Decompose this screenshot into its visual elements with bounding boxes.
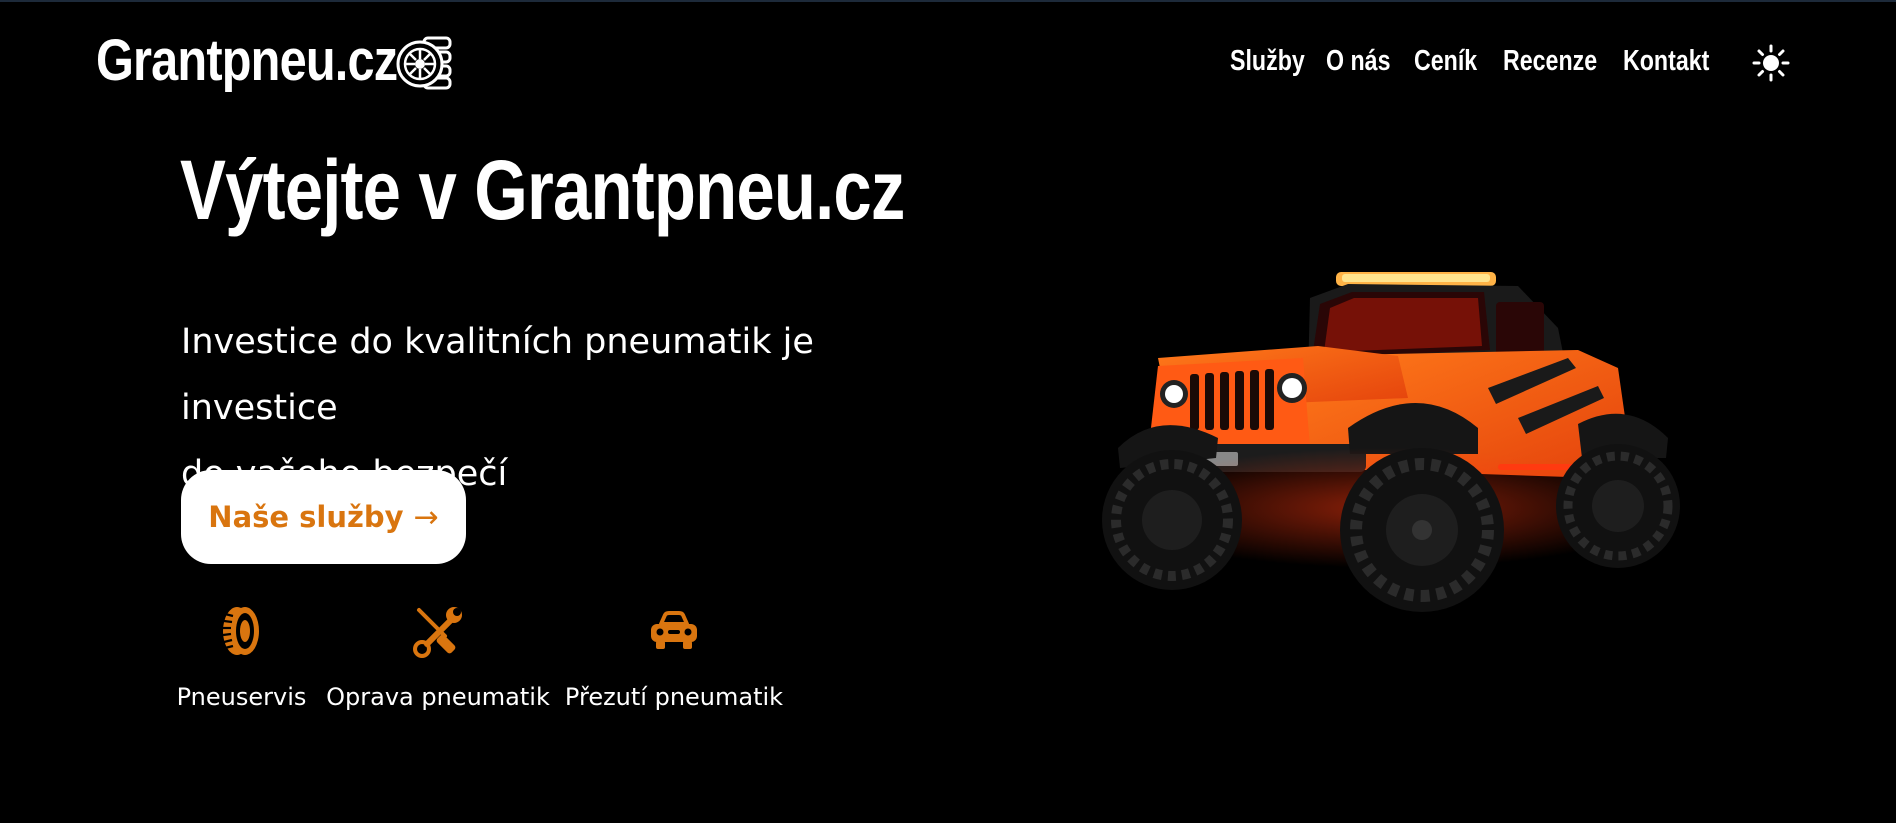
car-icon [651, 611, 697, 649]
arrow-right-icon: → [413, 499, 439, 535]
orange-jeep-image [1102, 272, 1680, 612]
main-nav: Služby O nás Ceník Recenze Kontakt [1230, 40, 1713, 82]
logo-text: Grantpneu.cz [96, 28, 398, 93]
nav-recenze[interactable]: Recenze [1503, 40, 1597, 82]
nav-cenik[interactable]: Ceník [1414, 40, 1477, 82]
tire-icon [222, 607, 259, 655]
feature-prezuti[interactable]: Přezutí pneumatik [565, 604, 783, 711]
hero-title: Výtejte v Grantpneu.cz [180, 143, 905, 237]
wheel-front-right [1340, 448, 1504, 612]
nav-sluzby[interactable]: Služby [1230, 40, 1305, 82]
top-border [0, 0, 1896, 2]
theme-toggle-button[interactable] [1752, 44, 1790, 82]
feature-pneuservis[interactable]: Pneuservis [177, 604, 306, 711]
site-logo[interactable]: Grantpneu.cz [96, 26, 454, 96]
hero-subtitle-line1: Investice do kvalitních pneumatik je inv… [181, 322, 814, 428]
feature-oprava[interactable]: Oprava pneumatik [326, 604, 550, 711]
sun-icon [1752, 44, 1790, 82]
feature-label: Oprava pneumatik [326, 683, 550, 711]
wrench-screwdriver-icon [413, 607, 462, 658]
nav-o-nas[interactable]: O nás [1326, 40, 1390, 82]
feature-label: Přezutí pneumatik [564, 683, 784, 711]
services-button-label: Naše služby [208, 500, 404, 534]
nav-kontakt[interactable]: Kontakt [1623, 40, 1709, 82]
tire-stack-icon [396, 36, 452, 90]
wheel-front-left [1102, 450, 1242, 590]
feature-label: Pneuservis [176, 683, 307, 711]
services-button[interactable]: Naše služby → [181, 470, 466, 564]
wheel-rear [1556, 444, 1680, 568]
